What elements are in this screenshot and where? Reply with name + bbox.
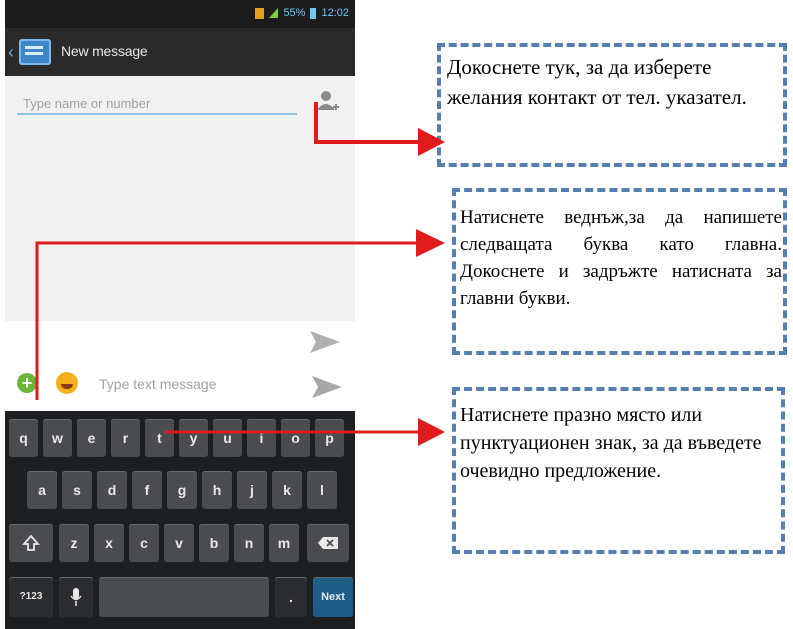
status-time: 12:02: [321, 7, 349, 19]
key-b[interactable]: b: [199, 524, 229, 562]
callout-contact: Докоснете тук, за да изберете желания ко…: [437, 43, 787, 167]
shift-arrow-icon: [22, 534, 40, 551]
space-bar[interactable]: [99, 577, 269, 617]
key-l[interactable]: l: [307, 471, 337, 509]
message-row-area: +: [5, 321, 355, 411]
emoji-icon[interactable]: [56, 372, 78, 394]
key-p[interactable]: p: [315, 419, 344, 457]
mic-key[interactable]: [59, 577, 93, 617]
screen-title: New message: [61, 43, 148, 59]
key-k[interactable]: k: [272, 471, 302, 509]
back-icon[interactable]: ‹: [8, 42, 14, 63]
phone-screenshot: 55% 12:02 ‹ New message + q w e r: [5, 0, 355, 629]
key-d[interactable]: d: [97, 471, 127, 509]
key-h[interactable]: h: [202, 471, 232, 509]
callout-shift-text: Натиснете веднъж,за да напишете следваща…: [460, 207, 782, 309]
messaging-app-icon[interactable]: [19, 39, 51, 65]
key-a[interactable]: a: [27, 471, 57, 509]
message-input[interactable]: [93, 370, 305, 398]
callout-contact-text: Докоснете тук, за да изберете желания ко…: [447, 55, 747, 109]
key-q[interactable]: q: [9, 419, 38, 457]
onscreen-keyboard: q w e r t y u i o p a s d f g h j k l z …: [5, 411, 355, 629]
attach-plus-icon[interactable]: +: [17, 373, 37, 393]
key-r[interactable]: r: [111, 419, 140, 457]
key-y[interactable]: y: [179, 419, 208, 457]
add-contact-icon[interactable]: [316, 88, 340, 116]
key-u[interactable]: u: [213, 419, 242, 457]
send-icon[interactable]: [308, 329, 342, 355]
key-e[interactable]: e: [77, 419, 106, 457]
key-i[interactable]: i: [247, 419, 276, 457]
key-f[interactable]: f: [132, 471, 162, 509]
callout-space-text: Натиснете празно място или пунктуационен…: [460, 404, 762, 482]
callout-shift: Натиснете веднъж,за да напишете следваща…: [452, 188, 787, 355]
callout-space: Натиснете празно място или пунктуационен…: [452, 387, 785, 554]
shift-key[interactable]: [9, 524, 53, 562]
status-bar: 55% 12:02: [5, 0, 355, 28]
key-m[interactable]: m: [269, 524, 299, 562]
key-o[interactable]: o: [281, 419, 310, 457]
compose-area: [5, 76, 355, 321]
key-c[interactable]: c: [129, 524, 159, 562]
send-message-icon[interactable]: [310, 374, 344, 400]
period-key[interactable]: .: [275, 577, 307, 617]
key-x[interactable]: x: [94, 524, 124, 562]
symbols-key[interactable]: ?123: [9, 577, 53, 617]
key-s[interactable]: s: [62, 471, 92, 509]
sim-icon: [255, 7, 265, 19]
battery-icon: [310, 7, 317, 19]
next-key[interactable]: Next: [313, 577, 353, 617]
key-v[interactable]: v: [164, 524, 194, 562]
key-g[interactable]: g: [167, 471, 197, 509]
key-t[interactable]: t: [145, 419, 174, 457]
key-z[interactable]: z: [59, 524, 89, 562]
action-bar: ‹ New message: [5, 28, 355, 76]
microphone-icon: [70, 588, 82, 606]
backspace-key[interactable]: [307, 524, 349, 562]
key-j[interactable]: j: [237, 471, 267, 509]
signal-icon: [269, 8, 279, 18]
key-n[interactable]: n: [234, 524, 264, 562]
recipient-input[interactable]: [17, 93, 297, 115]
backspace-icon: [318, 537, 338, 549]
battery-percent: 55%: [283, 7, 306, 19]
key-w[interactable]: w: [43, 419, 72, 457]
